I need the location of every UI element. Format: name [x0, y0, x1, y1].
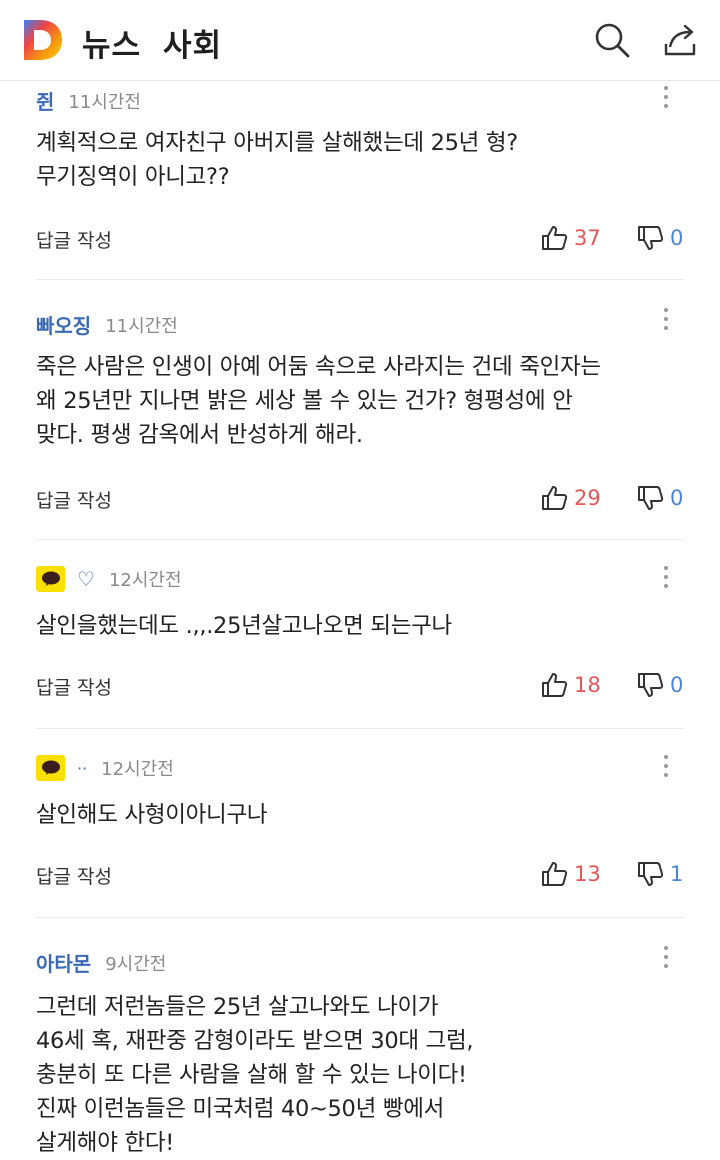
comment-item: 쥔 11시간전 계획적으로 여자친구 아버지를 살해했는데 25년 형? 무기징…: [0, 82, 720, 280]
like-count: 29: [574, 486, 601, 510]
timestamp: 12시간전: [108, 570, 182, 591]
daum-logo-icon[interactable]: [20, 18, 64, 62]
share-icon[interactable]: [660, 20, 700, 60]
reply-button[interactable]: 답글 작성: [36, 226, 112, 253]
timestamp: 9시간전: [105, 953, 167, 975]
kakao-talk-icon: [36, 755, 65, 781]
dislike-button[interactable]: 0: [636, 224, 683, 252]
comment-item: ·· 12시간전 살인해도 사형이아니구나 답글 작성 13 1: [0, 729, 720, 918]
thumbs-up-icon: [542, 226, 568, 250]
more-options-icon[interactable]: [656, 751, 676, 781]
reply-button[interactable]: 답글 작성: [36, 673, 112, 700]
like-button[interactable]: 29: [540, 484, 601, 512]
search-icon[interactable]: [592, 20, 632, 60]
nickname[interactable]: ♡: [77, 567, 95, 591]
like-count: 37: [574, 226, 601, 250]
reply-button[interactable]: 답글 작성: [36, 862, 112, 889]
like-button[interactable]: 18: [540, 671, 601, 699]
nickname[interactable]: ··: [77, 759, 87, 778]
comment-text: 죽은 사람은 인생이 아예 어둠 속으로 사라지는 건데 죽인자는 왜 25년만…: [36, 354, 601, 448]
section-label[interactable]: 뉴스: [82, 28, 141, 64]
comment-text: 계획적으로 여자친구 아버지를 살해했는데 25년 형? 무기징역이 아니고??: [36, 130, 518, 190]
comment-text: 살인해도 사형이아니구나: [36, 802, 268, 828]
nickname[interactable]: 쥔: [36, 86, 54, 115]
dislike-count: 0: [670, 486, 684, 510]
nickname[interactable]: 아타몬: [36, 948, 91, 977]
comment-meta: ♡ 12시간전: [36, 566, 182, 592]
comment-item: 아타몬 9시간전 그런데 저런놈들은 25년 살고나와도 나이가 46세 혹, …: [0, 918, 720, 1160]
timestamp: 11시간전: [68, 91, 141, 113]
kakao-talk-icon: [36, 566, 65, 592]
comment-meta: ·· 12시간전: [36, 755, 174, 781]
comment-text: 살인을했는데도 .,,.25년살고나오면 되는구나: [36, 613, 452, 639]
dislike-count: 1: [670, 862, 684, 886]
top-bar: 뉴스 사회: [0, 0, 720, 81]
comment-meta: 쥔 11시간전: [36, 86, 141, 115]
dislike-count: 0: [670, 226, 684, 250]
like-count: 13: [574, 862, 601, 886]
category-label[interactable]: 사회: [163, 28, 222, 64]
page-title: 뉴스 사회: [82, 20, 222, 65]
more-options-icon[interactable]: [656, 562, 676, 592]
dislike-button[interactable]: 1: [636, 860, 683, 888]
more-options-icon[interactable]: [656, 304, 676, 334]
comment-text: 그런데 저런놈들은 25년 살고나와도 나이가 46세 혹, 재판중 감형이라도…: [36, 994, 474, 1156]
more-options-icon[interactable]: [656, 82, 676, 112]
thumbs-down-icon: [638, 862, 664, 886]
comment-item: ♡ 12시간전 살인을했는데도 .,,.25년살고나오면 되는구나 답글 작성 …: [0, 540, 720, 729]
thumbs-up-icon: [542, 486, 568, 510]
timestamp: 12시간전: [101, 759, 174, 780]
thumbs-down-icon: [638, 673, 664, 697]
comment-meta: 아타몬 9시간전: [36, 948, 166, 977]
thumbs-down-icon: [638, 486, 664, 510]
reply-button[interactable]: 답글 작성: [36, 486, 112, 513]
like-button[interactable]: 13: [540, 860, 601, 888]
nickname[interactable]: 빠오징: [36, 310, 91, 339]
thumbs-down-icon: [638, 226, 664, 250]
comment-meta: 빠오징 11시간전: [36, 310, 178, 339]
more-options-icon[interactable]: [656, 942, 676, 972]
dislike-button[interactable]: 0: [636, 671, 683, 699]
dislike-button[interactable]: 0: [636, 484, 683, 512]
comment-item: 빠오징 11시간전 죽은 사람은 인생이 아예 어둠 속으로 사라지는 건데 죽…: [0, 280, 720, 540]
thumbs-up-icon: [542, 862, 568, 886]
timestamp: 11시간전: [105, 315, 178, 337]
like-count: 18: [574, 673, 601, 697]
like-button[interactable]: 37: [540, 224, 601, 252]
dislike-count: 0: [670, 673, 684, 697]
comment-list: 쥔 11시간전 계획적으로 여자친구 아버지를 살해했는데 25년 형? 무기징…: [0, 82, 720, 1160]
thumbs-up-icon: [542, 673, 568, 697]
